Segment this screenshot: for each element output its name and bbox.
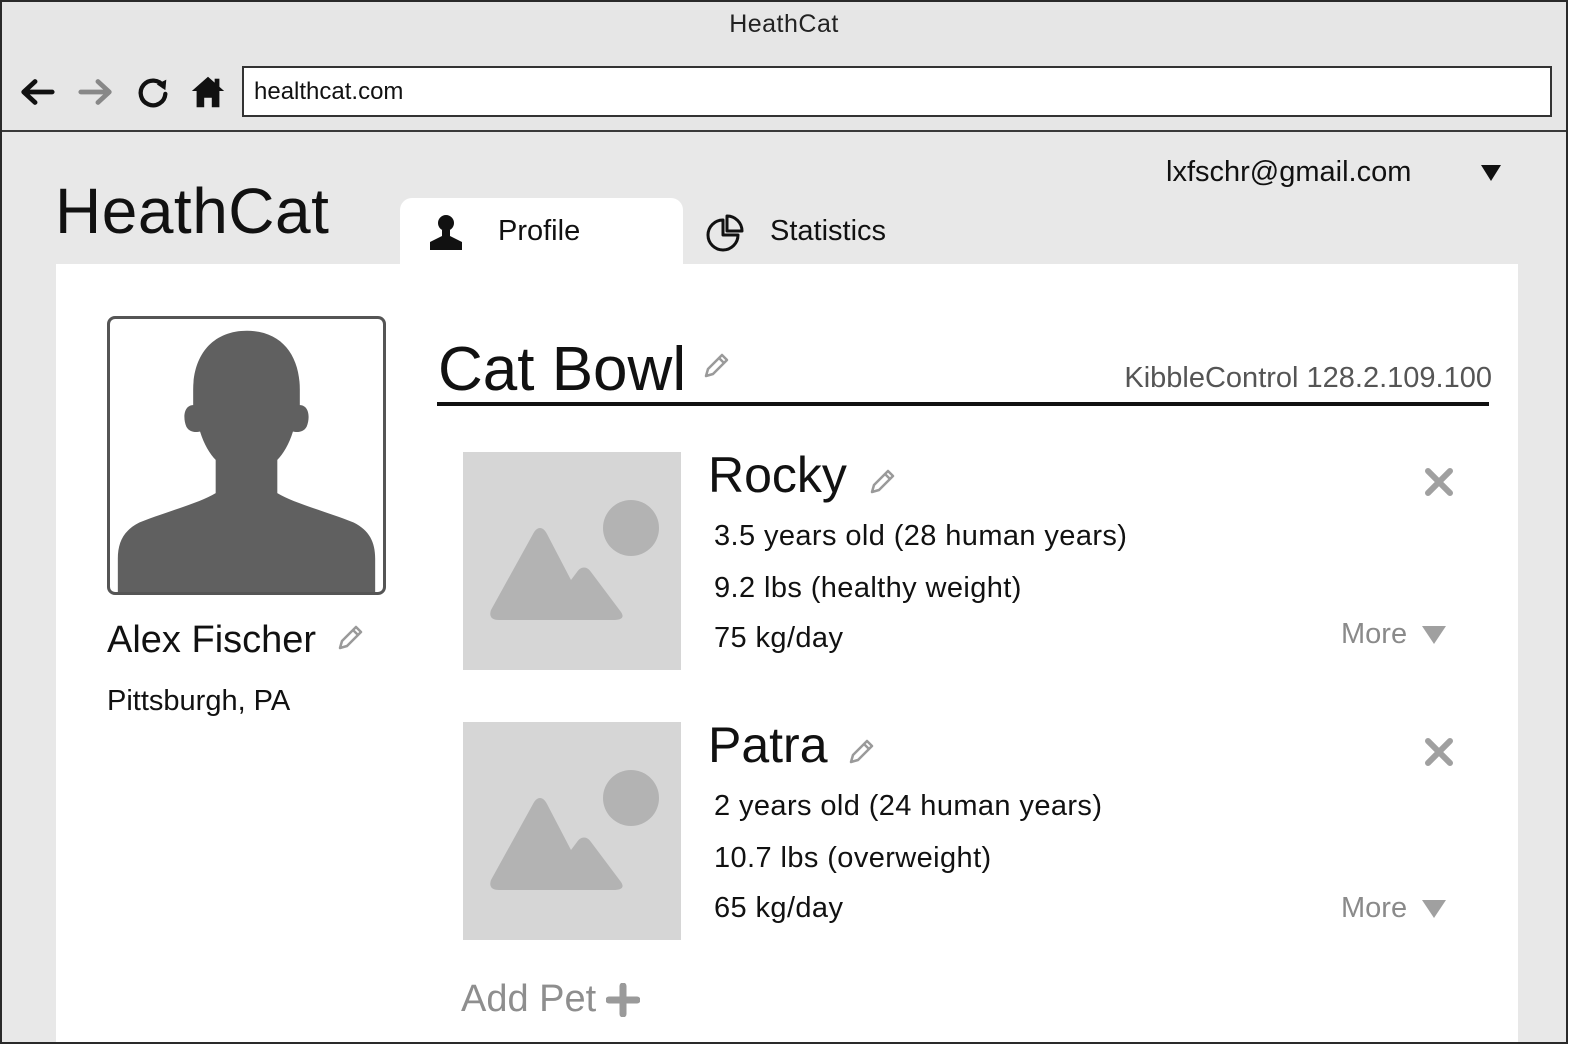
edit-pencil-icon[interactable] — [334, 622, 366, 654]
reload-button[interactable] — [133, 72, 173, 112]
pet-food: 65 kg/day — [714, 892, 844, 924]
pet-name: Patra — [708, 717, 828, 773]
user-email[interactable]: lxfschr@gmail.com — [1166, 156, 1411, 189]
more-label: More — [1341, 892, 1408, 924]
app-area: HeathCat lxfschr@gmail.com Profile Stati… — [2, 134, 1566, 1042]
tab-statistics-label: Statistics — [770, 215, 887, 247]
close-icon[interactable] — [1423, 736, 1455, 768]
home-button[interactable] — [188, 72, 228, 112]
pet-photo-placeholder[interactable] — [463, 722, 681, 940]
back-button[interactable] — [17, 72, 57, 112]
more-label: More — [1341, 618, 1408, 650]
more-button[interactable]: More — [1341, 892, 1447, 925]
edit-pencil-icon[interactable] — [866, 466, 898, 498]
person-silhouette-icon — [117, 330, 376, 592]
triangle-down-icon — [1422, 625, 1447, 644]
user-icon — [430, 214, 462, 250]
tab-statistics[interactable]: Statistics — [702, 198, 962, 265]
pet-age: 3.5 years old (28 human years) — [714, 520, 1128, 552]
pet-weight: 9.2 lbs (healthy weight) — [714, 572, 1022, 604]
plus-icon — [606, 982, 641, 1017]
bowl-device-address: KibbleControl 128.2.109.100 — [1124, 362, 1492, 394]
more-button[interactable]: More — [1341, 618, 1447, 651]
pet-card: Rocky 3.5 years old (28 human years) 9.2… — [463, 447, 1463, 670]
pie-chart-icon — [706, 214, 744, 251]
close-icon[interactable] — [1423, 466, 1455, 498]
image-placeholder-icon — [490, 770, 659, 890]
user-location: Pittsburgh, PA — [107, 685, 291, 717]
browser-window: HeathCat healthcat.com HeathCat lxfschr@… — [0, 0, 1568, 1044]
pet-food: 75 kg/day — [714, 622, 844, 654]
edit-pencil-icon[interactable] — [845, 736, 877, 768]
arrow-left-icon — [21, 79, 55, 105]
profile-panel: Alex Fischer Pittsburgh, PA Cat Bowl Kib… — [56, 264, 1518, 1042]
forward-button[interactable] — [76, 72, 116, 112]
pet-weight: 10.7 lbs (overweight) — [714, 842, 992, 874]
add-pet-button[interactable]: Add Pet — [461, 978, 641, 1021]
image-placeholder-icon — [490, 500, 659, 620]
edit-pencil-icon[interactable] — [700, 350, 732, 382]
window-title: HeathCat — [729, 10, 839, 38]
bowl-title: Cat Bowl — [438, 335, 687, 404]
avatar[interactable] — [107, 316, 386, 595]
pet-age: 2 years old (24 human years) — [714, 790, 1103, 822]
triangle-down-icon — [1422, 899, 1447, 918]
divider — [437, 402, 1489, 406]
pet-card: Patra 2 years old (24 human years) 10.7 … — [463, 717, 1463, 940]
address-bar[interactable]: healthcat.com — [242, 66, 1552, 117]
browser-titlebar: HeathCat healthcat.com — [2, 2, 1566, 132]
reload-icon — [138, 78, 168, 108]
pet-name: Rocky — [708, 447, 847, 503]
app-logo-text: HeathCat — [55, 175, 330, 247]
tab-profile[interactable]: Profile — [400, 198, 683, 265]
home-icon — [191, 76, 225, 108]
arrow-right-icon — [78, 79, 112, 105]
user-name: Alex Fischer — [107, 619, 317, 661]
dropdown-caret-icon[interactable] — [1478, 160, 1504, 186]
add-pet-label: Add Pet — [461, 978, 597, 1020]
pet-photo-placeholder[interactable] — [463, 452, 681, 670]
tab-profile-label: Profile — [498, 215, 581, 247]
